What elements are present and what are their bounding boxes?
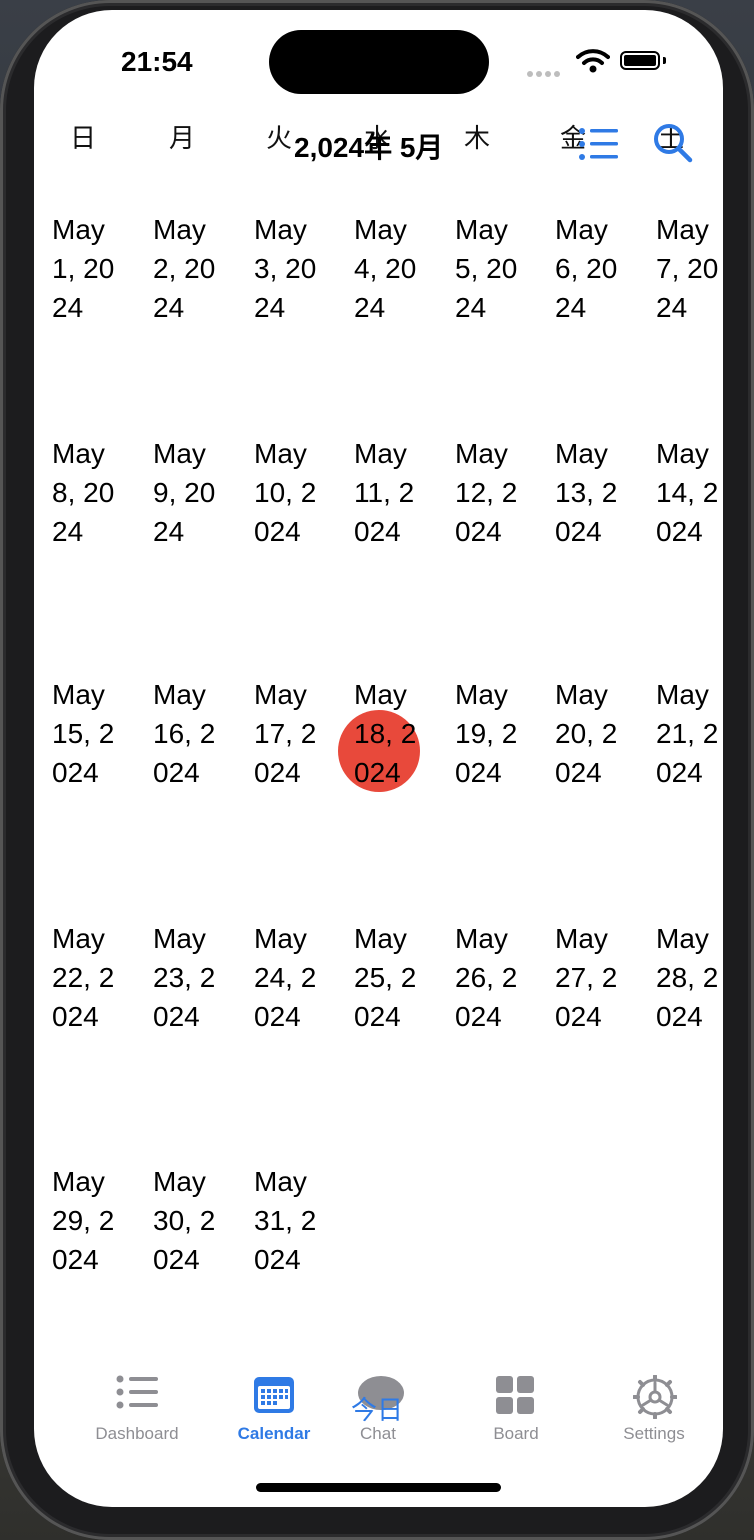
tab-label: Dashboard	[95, 1424, 179, 1443]
calendar-day[interactable]: May 4, 2024	[354, 210, 424, 327]
calendar-day[interactable]: May 11, 2024	[354, 434, 424, 551]
calendar-day[interactable]: May 9, 2024	[153, 434, 223, 551]
battery-tip	[663, 57, 666, 64]
calendar-day[interactable]: May 12, 2024	[455, 434, 525, 551]
calendar-day[interactable]: May 2, 2024	[153, 210, 223, 327]
weekday-mon: 月	[169, 123, 196, 153]
calendar-day[interactable]: May 13, 2024	[555, 434, 625, 551]
list-menu-icon[interactable]	[578, 127, 620, 161]
search-icon[interactable]	[652, 122, 694, 164]
calendar-day[interactable]: May 31, 2024	[254, 1162, 324, 1279]
month-title: 2,024年 5月	[294, 132, 444, 163]
calendar-day[interactable]: May 8, 2024	[52, 434, 122, 551]
calendar-day[interactable]: May 21, 2024	[656, 675, 723, 792]
calendar-day[interactable]: May 26, 2024	[455, 919, 525, 1036]
calendar-day[interactable]: May 17, 2024	[254, 675, 324, 792]
calendar-day[interactable]: May 25, 2024	[354, 919, 424, 1036]
weekday-thu: 木	[464, 123, 491, 153]
calendar-day[interactable]: May 24, 2024	[254, 919, 324, 1036]
tab-label: Board	[493, 1424, 539, 1443]
calendar-day[interactable]: May 16, 2024	[153, 675, 223, 792]
calendar-day[interactable]: May 22, 2024	[52, 919, 122, 1036]
phone-frame: 21:54 日 月 火 水 木 金 土 2,024年 5月 May 1, 202…	[0, 0, 754, 1540]
home-indicator	[256, 1483, 501, 1492]
today-button[interactable]: 今日	[351, 1390, 403, 1427]
grid-icon	[496, 1376, 534, 1414]
calendar-day[interactable]: May 6, 2024	[555, 210, 625, 327]
calendar-day[interactable]: May 28, 2024	[656, 919, 723, 1036]
calendar-icon	[254, 1377, 294, 1413]
app-screen: 21:54 日 月 火 水 木 金 土 2,024年 5月 May 1, 202…	[34, 10, 723, 1507]
calendar-day[interactable]: May 19, 2024	[455, 675, 525, 792]
dynamic-island	[269, 30, 489, 94]
list-icon	[116, 1375, 158, 1409]
weekday-tue: 火	[266, 123, 293, 153]
calendar-day[interactable]: May 27, 2024	[555, 919, 625, 1036]
weekday-sun: 日	[70, 123, 97, 153]
calendar-day[interactable]: May 14, 2024	[656, 434, 723, 551]
calendar-day[interactable]: May 5, 2024	[455, 210, 525, 327]
calendar-day[interactable]: May 1, 2024	[52, 210, 122, 327]
tab-label: Settings	[623, 1424, 685, 1443]
calendar-day[interactable]: May 29, 2024	[52, 1162, 122, 1279]
calendar-day[interactable]: May 30, 2024	[153, 1162, 223, 1279]
calendar-day[interactable]: May 18, 2024	[354, 675, 424, 792]
calendar-day[interactable]: May 20, 2024	[555, 675, 625, 792]
calendar-day[interactable]: May 7, 2024	[656, 210, 723, 327]
gear-icon	[633, 1375, 677, 1419]
wifi-icon	[576, 49, 610, 73]
calendar-day[interactable]: May 15, 2024	[52, 675, 122, 792]
battery-icon	[620, 51, 660, 70]
signal-dots-icon	[527, 64, 563, 82]
status-time: 21:54	[121, 46, 193, 77]
calendar-day[interactable]: May 3, 2024	[254, 210, 324, 327]
calendar-day[interactable]: May 10, 2024	[254, 434, 324, 551]
calendar-day[interactable]: May 23, 2024	[153, 919, 223, 1036]
tab-label: Chat	[360, 1424, 396, 1443]
